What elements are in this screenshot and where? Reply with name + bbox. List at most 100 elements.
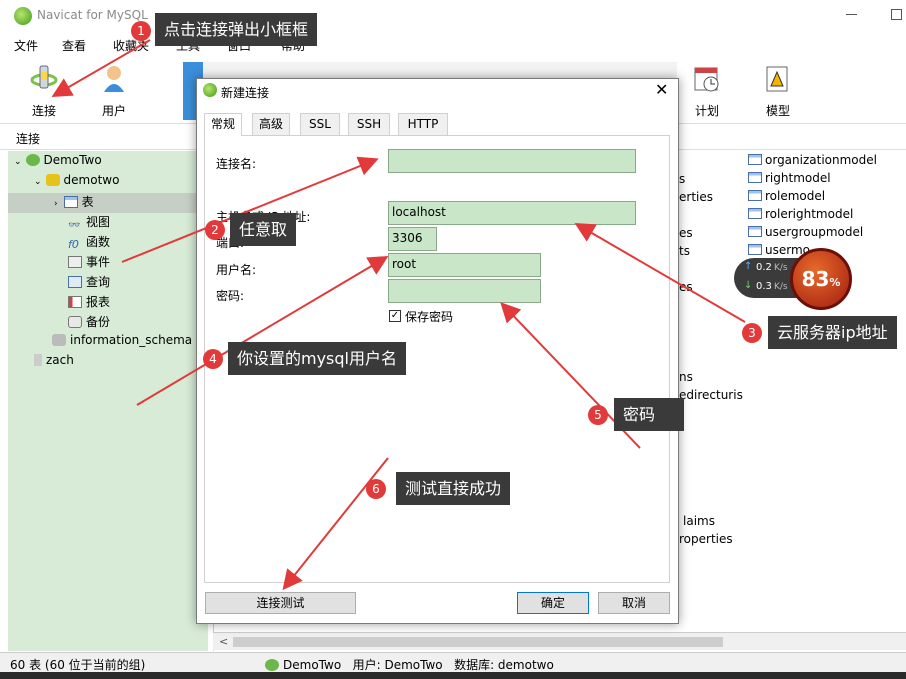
tree-item-zach-connection[interactable]: zach [34, 353, 74, 373]
password-input[interactable] [388, 279, 541, 303]
backup-icon [68, 316, 82, 328]
tree-item-reports[interactable]: 报表 [68, 293, 110, 313]
model-icon [766, 66, 788, 92]
table-icon [748, 172, 762, 183]
table-item-partial[interactable]: edirecturis [679, 388, 743, 402]
callout-2: 任意取 [230, 213, 297, 246]
dialog-tabs: 常规 高级 SSL SSH HTTP [204, 113, 672, 136]
tab-general[interactable]: 常规 [204, 113, 242, 136]
tab-ssl[interactable]: SSL [300, 113, 340, 135]
status-database: 数据库: demotwo [454, 658, 554, 672]
table-item-partial[interactable]: roperties [679, 532, 733, 546]
table-icon [748, 226, 762, 237]
table-icon [748, 190, 762, 201]
connection-icon [25, 154, 40, 166]
tree-item-tables[interactable]: › 表 [8, 193, 208, 213]
download-unit: K/s [774, 282, 788, 292]
database-icon [52, 334, 66, 346]
upload-arrow-icon: ↑ [744, 261, 753, 272]
tree-item-functions[interactable]: f0 函数 [68, 233, 110, 253]
host-input[interactable]: localhost [388, 201, 636, 225]
table-item-partial[interactable]: ns [679, 370, 693, 384]
navicat-logo-icon [14, 7, 32, 25]
tab-ssh[interactable]: SSH [348, 113, 390, 135]
step-badge-2: 2 [205, 220, 225, 240]
navicat-logo-icon [203, 83, 217, 97]
port-input[interactable]: 3306 [388, 227, 437, 251]
memory-percent: 83 [801, 267, 830, 291]
table-item-partial[interactable]: erties [679, 190, 713, 204]
table-item-partial[interactable]: es [679, 226, 693, 240]
minimize-icon[interactable] [846, 14, 857, 15]
callout-5: 密码 [614, 398, 684, 431]
menu-view[interactable]: 查看 [62, 37, 86, 54]
step-badge-3: 3 [742, 323, 762, 343]
tree-item-queries[interactable]: 查询 [68, 273, 110, 293]
function-icon: f0 [68, 238, 79, 251]
password-label: 密码: [216, 289, 245, 303]
table-icon [748, 244, 762, 255]
save-password-checkbox[interactable]: ✓ [389, 310, 401, 322]
user-button[interactable]: 用户 [84, 56, 144, 122]
tree-item-views[interactable]: 👓 视图 [68, 213, 110, 233]
status-connection: DemoTwo 用户: DemoTwo 数据库: demotwo [265, 656, 554, 673]
tab-advanced[interactable]: 高级 [252, 113, 290, 135]
model-button[interactable]: 模型 [748, 56, 808, 122]
status-user: 用户: DemoTwo [352, 658, 443, 672]
query-icon [68, 276, 82, 288]
table-item-partial[interactable]: laims [683, 514, 715, 528]
tree-item-demotwo-db[interactable]: ⌄ demotwo [34, 173, 119, 193]
memory-usage-gauge[interactable]: 83% [790, 248, 852, 310]
calendar-clock-icon [694, 67, 719, 92]
ok-button[interactable]: 确定 [517, 592, 589, 614]
upload-unit: K/s [774, 263, 788, 273]
step-badge-1: 1 [131, 21, 151, 41]
user-icon [104, 66, 124, 92]
step-badge-5: 5 [588, 405, 608, 425]
tree-item-events[interactable]: 事件 [68, 253, 110, 273]
connection-tree: ⌄ DemoTwo ⌄ demotwo › 表 👓 视图 f0 函数 事件 查询 报表 备… [8, 151, 208, 651]
table-item[interactable]: organizationmodel [748, 153, 877, 167]
table-item-partial[interactable]: es [679, 280, 693, 294]
tree-item-information-schema[interactable]: information_schema [52, 333, 192, 353]
username-input[interactable]: root [388, 253, 541, 277]
table-item-partial[interactable]: ts [679, 244, 690, 258]
connect-button[interactable]: 连接 [14, 56, 74, 122]
close-icon[interactable]: ✕ [655, 80, 668, 100]
scroll-left-icon[interactable]: < [219, 635, 228, 648]
maximize-icon[interactable] [891, 9, 902, 20]
status-table-count: 60 表 (60 位于当前的组) [10, 658, 146, 672]
tab-http[interactable]: HTTP [398, 113, 448, 135]
menu-file[interactable]: 文件 [14, 37, 38, 54]
callout-3: 云服务器ip地址 [768, 316, 897, 349]
memory-percent-sign: % [829, 276, 841, 289]
schedule-button[interactable]: 计划 [677, 56, 737, 122]
step-badge-6: 6 [366, 479, 386, 499]
download-speed: 0.3 [756, 281, 772, 292]
tree-item-demotwo-connection[interactable]: ⌄ DemoTwo [14, 153, 102, 173]
connection-icon [34, 354, 42, 366]
dialog-title-bar: 新建连接 ✕ [197, 79, 678, 103]
table-icon [748, 208, 762, 219]
callout-4: 你设置的mysql用户名 [228, 342, 406, 375]
connection-plug-icon [30, 65, 58, 89]
callout-1: 点击连接弹出小框框 [155, 13, 318, 46]
table-item[interactable]: rightmodel [748, 171, 831, 185]
table-item[interactable]: rolemodel [748, 189, 825, 203]
table-item-partial[interactable]: s [679, 172, 685, 186]
window-title: Navicat for MySQL [37, 8, 148, 22]
save-password-label: 保存密码 [405, 310, 454, 324]
table-item[interactable]: usergroupmodel [748, 225, 863, 239]
status-bar: 60 表 (60 位于当前的组) DemoTwo 用户: DemoTwo 数据库… [0, 652, 906, 672]
test-connection-button[interactable]: 连接测试 [205, 592, 356, 614]
scroll-thumb[interactable] [233, 637, 723, 647]
connection-icon [265, 659, 279, 671]
report-icon [68, 296, 82, 308]
connection-name-input[interactable] [388, 149, 636, 173]
table-item[interactable]: rolerightmodel [748, 207, 853, 221]
table-icon [63, 196, 78, 208]
horizontal-scrollbar[interactable]: < [213, 632, 906, 650]
cancel-button[interactable]: 取消 [598, 592, 670, 614]
event-icon [68, 256, 82, 268]
tree-item-backups[interactable]: 备份 [68, 313, 110, 333]
